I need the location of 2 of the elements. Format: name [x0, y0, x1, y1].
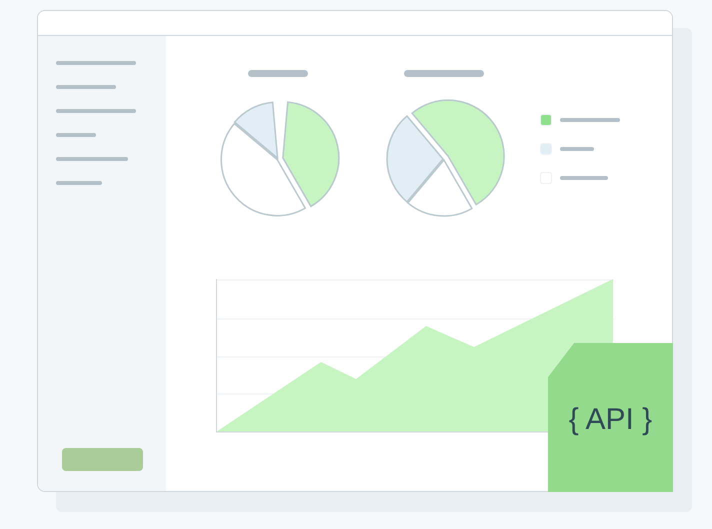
- api-badge: { API }: [548, 343, 673, 492]
- sidebar-button[interactable]: [62, 448, 143, 471]
